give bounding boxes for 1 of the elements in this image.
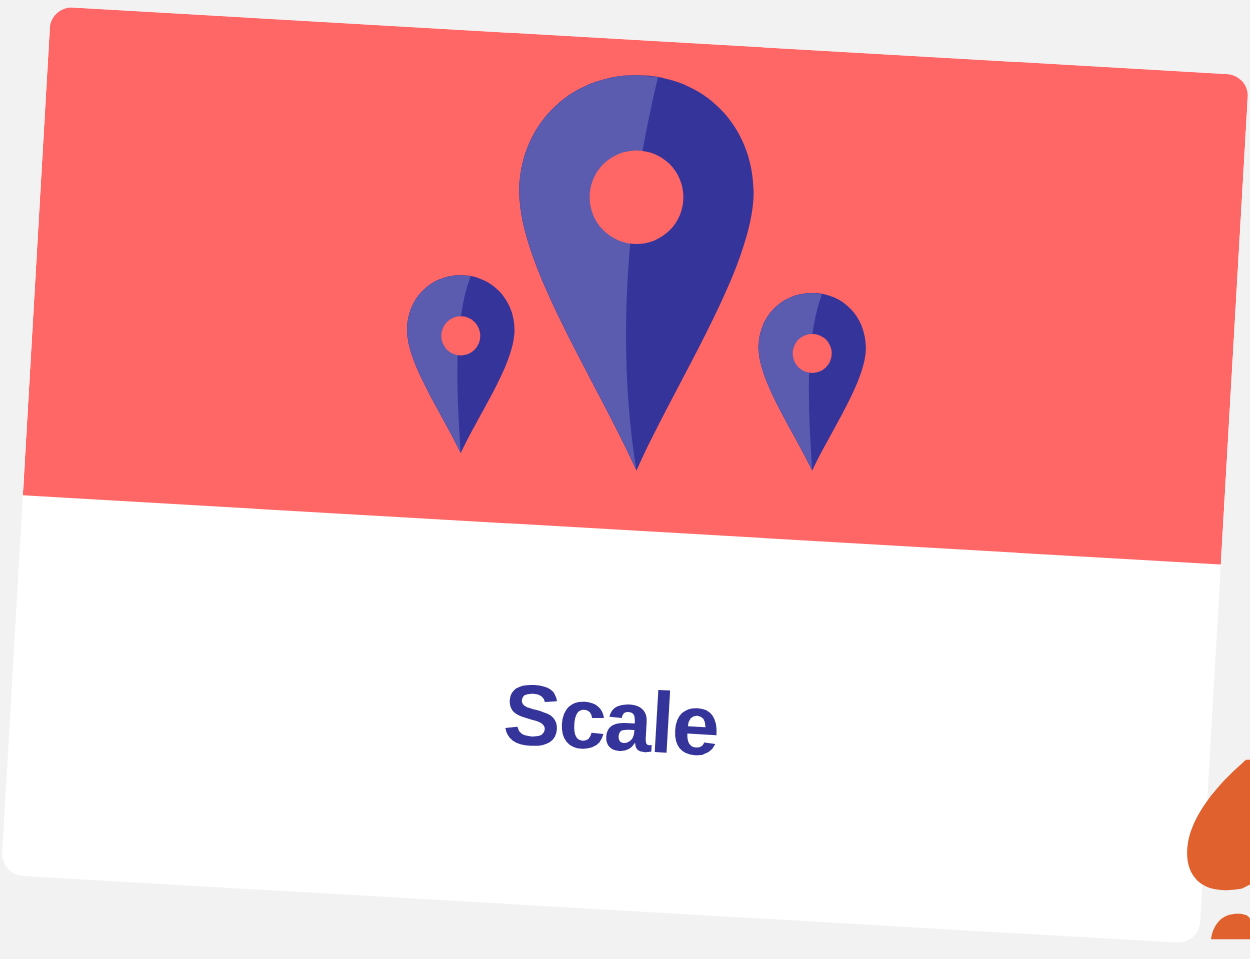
card-title: Scale	[500, 663, 721, 775]
